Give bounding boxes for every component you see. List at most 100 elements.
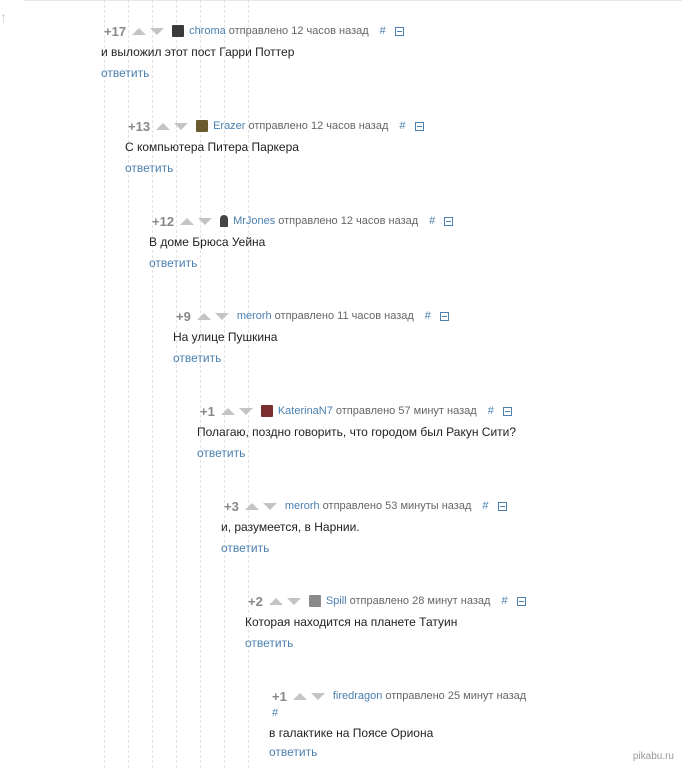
reply-link[interactable]: ответить	[197, 446, 245, 462]
watermark: pikabu.ru	[632, 751, 674, 762]
permalink[interactable]: #	[272, 707, 526, 723]
avatar[interactable]	[196, 120, 209, 132]
permalink[interactable]: #	[429, 215, 435, 227]
comment-text: Полагаю, поздно говорить, что городом бы…	[197, 425, 517, 439]
comment-author[interactable]: KaterinaN7	[278, 405, 333, 417]
comment-rating: +12	[152, 213, 175, 229]
comment-rating: +9	[176, 308, 191, 324]
avatar[interactable]	[260, 405, 273, 417]
arrow-up-icon[interactable]	[244, 502, 259, 510]
up-arrow-icon[interactable]: ↑	[0, 10, 12, 30]
comment-time: отправлено 12 часов назад	[248, 120, 389, 132]
comment-text: в галактике на Поясе Ориона	[269, 726, 434, 740]
comment-rating: +3	[224, 498, 239, 514]
arrow-up-icon[interactable]	[132, 27, 147, 35]
arrow-down-icon[interactable]	[238, 407, 253, 415]
comment-rating: +1	[200, 403, 215, 419]
arrow-down-icon[interactable]	[310, 692, 325, 700]
avatar[interactable]	[308, 595, 321, 607]
comment-time: отправлено 57 минут назад	[335, 405, 477, 417]
permalink[interactable]: #	[380, 25, 386, 37]
comment-text: и выложил этот пост Гарри Поттер	[101, 45, 295, 59]
arrow-up-icon[interactable]	[292, 692, 307, 700]
comment-author[interactable]: firedragon	[333, 690, 383, 702]
thread-guide	[152, 0, 153, 768]
comment-time: отправлено 25 минут назад	[385, 690, 527, 702]
reply-link[interactable]: ответить	[125, 161, 173, 177]
permalink[interactable]: #	[488, 405, 494, 417]
arrow-down-icon[interactable]	[150, 27, 165, 35]
collapse-icon[interactable]	[444, 216, 454, 226]
permalink[interactable]: #	[501, 595, 507, 607]
comment-author[interactable]: merorh	[285, 500, 320, 512]
thread-guide	[176, 0, 177, 768]
reply-link[interactable]: ответить	[269, 745, 317, 761]
thread-guide	[224, 0, 225, 768]
comment-author[interactable]: merorh	[237, 310, 272, 322]
avatar[interactable]	[220, 215, 229, 227]
reply-link[interactable]: ответить	[149, 256, 197, 272]
comment: +9 merorh отправлено 11 часов назад # На…	[173, 307, 449, 367]
comment: +13 Erazer отправлено 12 часов назад # С…	[125, 117, 424, 177]
arrow-up-icon[interactable]	[196, 312, 211, 320]
arrow-up-icon[interactable]	[268, 597, 283, 605]
collapse-icon[interactable]	[394, 26, 404, 36]
collapse-icon[interactable]	[414, 121, 424, 131]
arrow-down-icon[interactable]	[262, 502, 277, 510]
comment-text: На улице Пушкина	[173, 330, 278, 344]
comment-author[interactable]: Erazer	[213, 120, 245, 132]
permalink[interactable]: #	[425, 310, 431, 322]
comment-rating: +1	[272, 688, 287, 704]
thread-guide	[200, 0, 201, 768]
comment-meta: +1 KaterinaN7 отправлено 57 минут назад …	[197, 402, 516, 420]
comment-time: отправлено 53 минуты назад	[322, 500, 472, 512]
permalink[interactable]: #	[399, 120, 405, 132]
thread-guide	[128, 0, 129, 768]
comment-time: отправлено 28 минут назад	[349, 595, 491, 607]
thread-guide	[104, 0, 105, 768]
comment-rating: +13	[128, 118, 151, 134]
comment: +3 merorh отправлено 53 минуты назад # и…	[221, 497, 507, 557]
avatar[interactable]	[172, 25, 185, 37]
arrow-down-icon[interactable]	[286, 597, 301, 605]
arrow-up-icon[interactable]	[220, 407, 235, 415]
reply-link[interactable]: ответить	[101, 66, 149, 82]
permalink[interactable]: #	[482, 500, 488, 512]
reply-link[interactable]: ответить	[221, 541, 269, 557]
comment-author[interactable]: MrJones	[233, 215, 275, 227]
comment-meta: +17 chroma отправлено 12 часов назад #	[101, 22, 404, 40]
arrow-up-icon[interactable]	[180, 217, 195, 225]
comment-author[interactable]: chroma	[189, 25, 226, 37]
comment-meta: +3 merorh отправлено 53 минуты назад #	[221, 497, 507, 515]
comment-meta: +13 Erazer отправлено 12 часов назад #	[125, 117, 424, 135]
comment-text: В доме Брюса Уейна	[149, 235, 266, 249]
comment: +1 KaterinaN7 отправлено 57 минут назад …	[197, 402, 516, 462]
arrow-down-icon[interactable]	[174, 122, 189, 130]
reply-link[interactable]: ответить	[173, 351, 221, 367]
comment: +17 chroma отправлено 12 часов назад # и…	[101, 22, 404, 82]
comment-time: отправлено 12 часов назад	[278, 215, 419, 227]
comment-author[interactable]: Spill	[326, 595, 347, 607]
comment-text: и, разумеется, в Нарнии.	[221, 520, 360, 534]
comment-meta: +1 firedragon отправлено 25 минут назад	[269, 687, 526, 705]
comment: +1 firedragon отправлено 25 минут назад …	[269, 687, 526, 761]
comment: +2 Spill отправлено 28 минут назад # Кот…	[245, 592, 526, 652]
thread-guide	[248, 0, 249, 768]
comment-meta: +9 merorh отправлено 11 часов назад #	[173, 307, 449, 325]
collapse-icon[interactable]	[497, 501, 507, 511]
collapse-icon[interactable]	[516, 596, 526, 606]
collapse-icon[interactable]	[502, 406, 512, 416]
arrow-down-icon[interactable]	[198, 217, 213, 225]
collapse-icon[interactable]	[439, 311, 449, 321]
reply-link[interactable]: ответить	[245, 636, 293, 652]
comment-meta: +2 Spill отправлено 28 минут назад #	[245, 592, 526, 610]
arrow-up-icon[interactable]	[156, 122, 171, 130]
top-divider	[24, 0, 682, 1]
comment-meta: +12 MrJones отправлено 12 часов назад #	[149, 212, 454, 230]
comment-time: отправлено 11 часов назад	[274, 310, 414, 322]
comment-text: Которая находится на планете Татуин	[245, 615, 458, 629]
comment-text: С компьютера Питера Паркера	[125, 140, 299, 154]
comment-time: отправлено 12 часов назад	[228, 25, 369, 37]
arrow-down-icon[interactable]	[214, 312, 229, 320]
comment-rating: +2	[248, 593, 263, 609]
